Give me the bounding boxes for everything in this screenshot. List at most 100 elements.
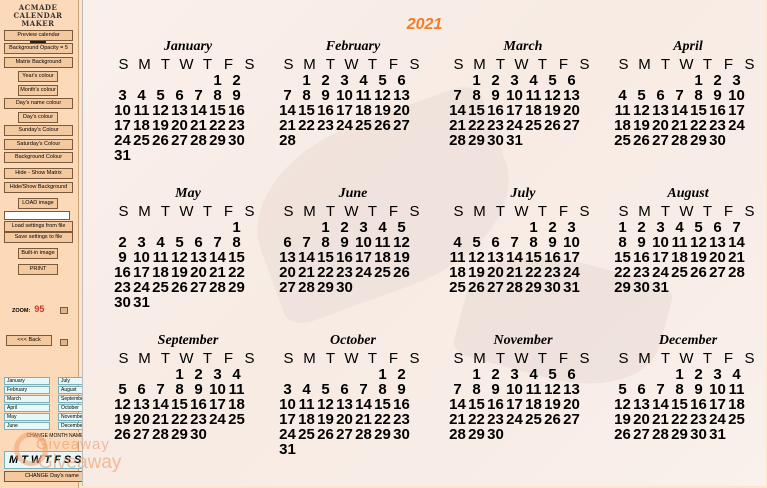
day-cell: 13: [633, 396, 650, 413]
print-button[interactable]: PRINT: [18, 264, 58, 275]
sunday-colour-button[interactable]: Sunday's Colour: [4, 125, 73, 136]
month-april: April S M T W T F S 1 2 3 4 5 6 7 8 9 10 11 12 13 14 15 16 17 18 1…: [613, 38, 763, 148]
load-image-button[interactable]: LOAD image: [18, 198, 58, 209]
day-header: M: [138, 350, 151, 367]
month-field-february[interactable]: February: [4, 386, 50, 394]
day-cell: 28: [152, 426, 169, 443]
day-cell: 30: [709, 132, 726, 149]
day-cell: 27: [487, 279, 504, 296]
empty-day-cell: [113, 73, 132, 88]
day-cell: 24: [506, 117, 523, 134]
day-header-row: SMTWTFS: [448, 56, 598, 73]
day-cell: 19: [152, 117, 169, 134]
month-march: March S M T W T F S 1 2 3 4 5 6 7 8 9 10 11 12 13 14 15 16 17 18 1…: [448, 38, 598, 148]
day-cell: 6: [194, 234, 203, 251]
day-cell: 22: [468, 411, 485, 428]
day-cell: 11: [133, 102, 150, 119]
day-cell: 12: [317, 396, 334, 413]
day-cell: 29: [468, 132, 485, 149]
day-cell: 8: [232, 234, 241, 251]
day-name-colour-button[interactable]: Day's name colour: [4, 98, 73, 109]
saturday-colour-button[interactable]: Saturday's Colour: [4, 139, 73, 150]
save-settings-button[interactable]: Save settings to file: [4, 232, 73, 243]
month-field-june[interactable]: June: [4, 422, 50, 430]
day-cell: 11: [374, 234, 391, 251]
builtin-image-button[interactable]: Built-in image: [18, 248, 58, 259]
day-cell: 12: [633, 102, 650, 119]
day-header: T: [495, 350, 506, 367]
month-field-april[interactable]: April: [4, 404, 50, 412]
day-cell: 14: [728, 234, 745, 251]
background-colour-button[interactable]: Background Colour: [4, 152, 73, 163]
day-cell: 28: [298, 279, 315, 296]
empty-day-cell: [651, 367, 670, 382]
empty-day-cell: [208, 427, 227, 442]
day-cell: 26: [633, 132, 650, 149]
preview-calendar-button[interactable]: Preview calendar: [4, 30, 73, 41]
day-cell: 4: [137, 87, 146, 104]
month-june: June S M T W T F S 1 2 3 4 5 6 7 8 9 10 11 12 13 14 15 16 17 18 19…: [278, 185, 428, 295]
day-cell: 2: [321, 72, 330, 89]
image-path-input[interactable]: [4, 211, 70, 220]
day-cell: 10: [355, 234, 372, 251]
day-cell: 31: [652, 279, 669, 296]
day-header: F: [558, 350, 569, 367]
matrix-background-button[interactable]: Matrix Background: [4, 57, 73, 68]
zoom-up-arrow[interactable]: [60, 307, 68, 314]
hide-show-matrix-button[interactable]: Hide - Show Matrix: [4, 168, 73, 179]
month-name: August: [667, 186, 709, 201]
day-header: F: [388, 350, 399, 367]
day-cell: 16: [709, 102, 726, 119]
zoom-down-arrow[interactable]: [60, 339, 68, 346]
day-header: S: [744, 203, 755, 220]
empty-day-cell: [208, 220, 227, 235]
back-button[interactable]: <<< Back: [6, 335, 52, 346]
empty-day-cell: [670, 73, 689, 88]
day-colour-button[interactable]: Day's colour: [18, 112, 58, 123]
day-cell: 9: [637, 234, 646, 251]
year-colour-button[interactable]: Year's colour: [18, 71, 58, 82]
day-cell: 25: [133, 132, 150, 149]
day-cell: 2: [491, 72, 500, 89]
day-header: S: [579, 203, 590, 220]
day-cell: 15: [298, 102, 315, 119]
day-cell: 3: [510, 366, 519, 383]
day-cell: 6: [491, 234, 500, 251]
day-header-row: SMTWTFS: [113, 350, 263, 367]
day-cell: 22: [468, 117, 485, 134]
day-cell: 23: [709, 117, 726, 134]
empty-day-cell: [278, 367, 297, 382]
day-header: F: [723, 203, 734, 220]
day-cell: 29: [468, 426, 485, 443]
day-cell: 19: [317, 411, 334, 428]
month-field-january[interactable]: January: [4, 377, 50, 385]
day-cell: 9: [713, 87, 722, 104]
month-field-may[interactable]: May: [4, 413, 50, 421]
empty-day-cell: [543, 427, 562, 442]
day-cell: 16: [487, 396, 504, 413]
empty-day-cell: [132, 148, 151, 163]
day-header: F: [558, 56, 569, 73]
month-field-march[interactable]: March: [4, 395, 50, 403]
day-cell: 10: [133, 249, 150, 266]
day-cell: 22: [298, 117, 315, 134]
day-grid: 1 2 3 4 5 6 7 8 9 10 11 12 13 14 15 16 17 18 19 20 21 22 23 24 2…: [278, 73, 428, 148]
load-settings-button[interactable]: Load settings from file: [4, 221, 73, 232]
empty-day-cell: [151, 295, 170, 310]
day-cell: 17: [506, 396, 523, 413]
month-august: August S M T W T F S 1 2 3 4 5 6 7 8 9 10 11 12 13 14 15 16 17 18…: [613, 185, 763, 295]
day-header: S: [744, 56, 755, 73]
month-colour-button[interactable]: Month's colour: [18, 85, 58, 96]
month-november: November S M T W T F S 1 2 3 4 5 6 7 8 9 10 11 12 13 14 15 16 17…: [448, 332, 598, 442]
empty-day-cell: [227, 295, 246, 310]
day-cell: 3: [137, 234, 146, 251]
background-opacity-button[interactable]: Background Opacity = 5: [4, 43, 73, 54]
day-header: S: [618, 203, 629, 220]
day-cell: 16: [487, 102, 504, 119]
hide-show-background-button[interactable]: Hide/Show Background: [4, 182, 73, 193]
day-header: S: [744, 350, 755, 367]
day-cell: 10: [336, 87, 353, 104]
day-cell: 10: [728, 87, 745, 104]
day-grid: 1 2 3 4 5 6 7 8 9 10 11 12 13 14 15 16 17 18 19 20 21 22 23 24 2…: [448, 220, 598, 295]
day-cell: 1: [529, 219, 538, 236]
